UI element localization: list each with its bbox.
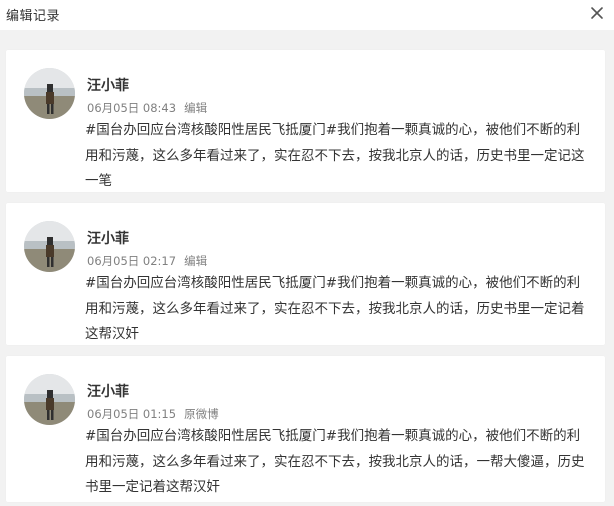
edit-record-card: 汪小菲 06月05日 01:15 原微博 #国台办回应台湾核酸阳性居民飞抵厦门#我… (6, 356, 605, 502)
timestamp: 06月05日 01:15 (87, 407, 177, 421)
record-meta: 06月05日 01:15 原微博 (87, 406, 219, 422)
avatar[interactable] (24, 374, 75, 425)
dialog-header: 编辑记录 (0, 0, 614, 30)
avatar[interactable] (24, 68, 75, 119)
edit-record-card: 汪小菲 06月05日 08:43 编辑 #国台办回应台湾核酸阳性居民飞抵厦门#我们… (6, 50, 605, 192)
record-meta: 06月05日 02:17 编辑 (87, 253, 207, 269)
record-source: 编辑 (184, 101, 208, 115)
record-source: 原微博 (184, 407, 219, 421)
user-name[interactable]: 汪小菲 (87, 228, 129, 248)
record-source: 编辑 (184, 254, 208, 268)
timestamp: 06月05日 08:43 (87, 101, 177, 115)
record-meta: 06月05日 08:43 编辑 (87, 100, 207, 116)
edit-record-card: 汪小菲 06月05日 02:17 编辑 #国台办回应台湾核酸阳性居民飞抵厦门#我们… (6, 203, 605, 345)
avatar[interactable] (24, 221, 75, 272)
close-icon[interactable] (588, 4, 606, 22)
timestamp: 06月05日 02:17 (87, 254, 177, 268)
record-text: #国台办回应台湾核酸阳性居民飞抵厦门#我们抱着一颗真诚的心，被他们不断的利用和污… (85, 122, 585, 189)
dialog-title: 编辑记录 (6, 9, 61, 24)
user-name[interactable]: 汪小菲 (87, 381, 129, 401)
record-text: #国台办回应台湾核酸阳性居民飞抵厦门#我们抱着一颗真诚的心，被他们不断的利用和污… (85, 275, 585, 342)
record-text: #国台办回应台湾核酸阳性居民飞抵厦门#我们抱着一颗真诚的心，被他们不断的利用和污… (85, 428, 585, 495)
user-name[interactable]: 汪小菲 (87, 75, 129, 95)
